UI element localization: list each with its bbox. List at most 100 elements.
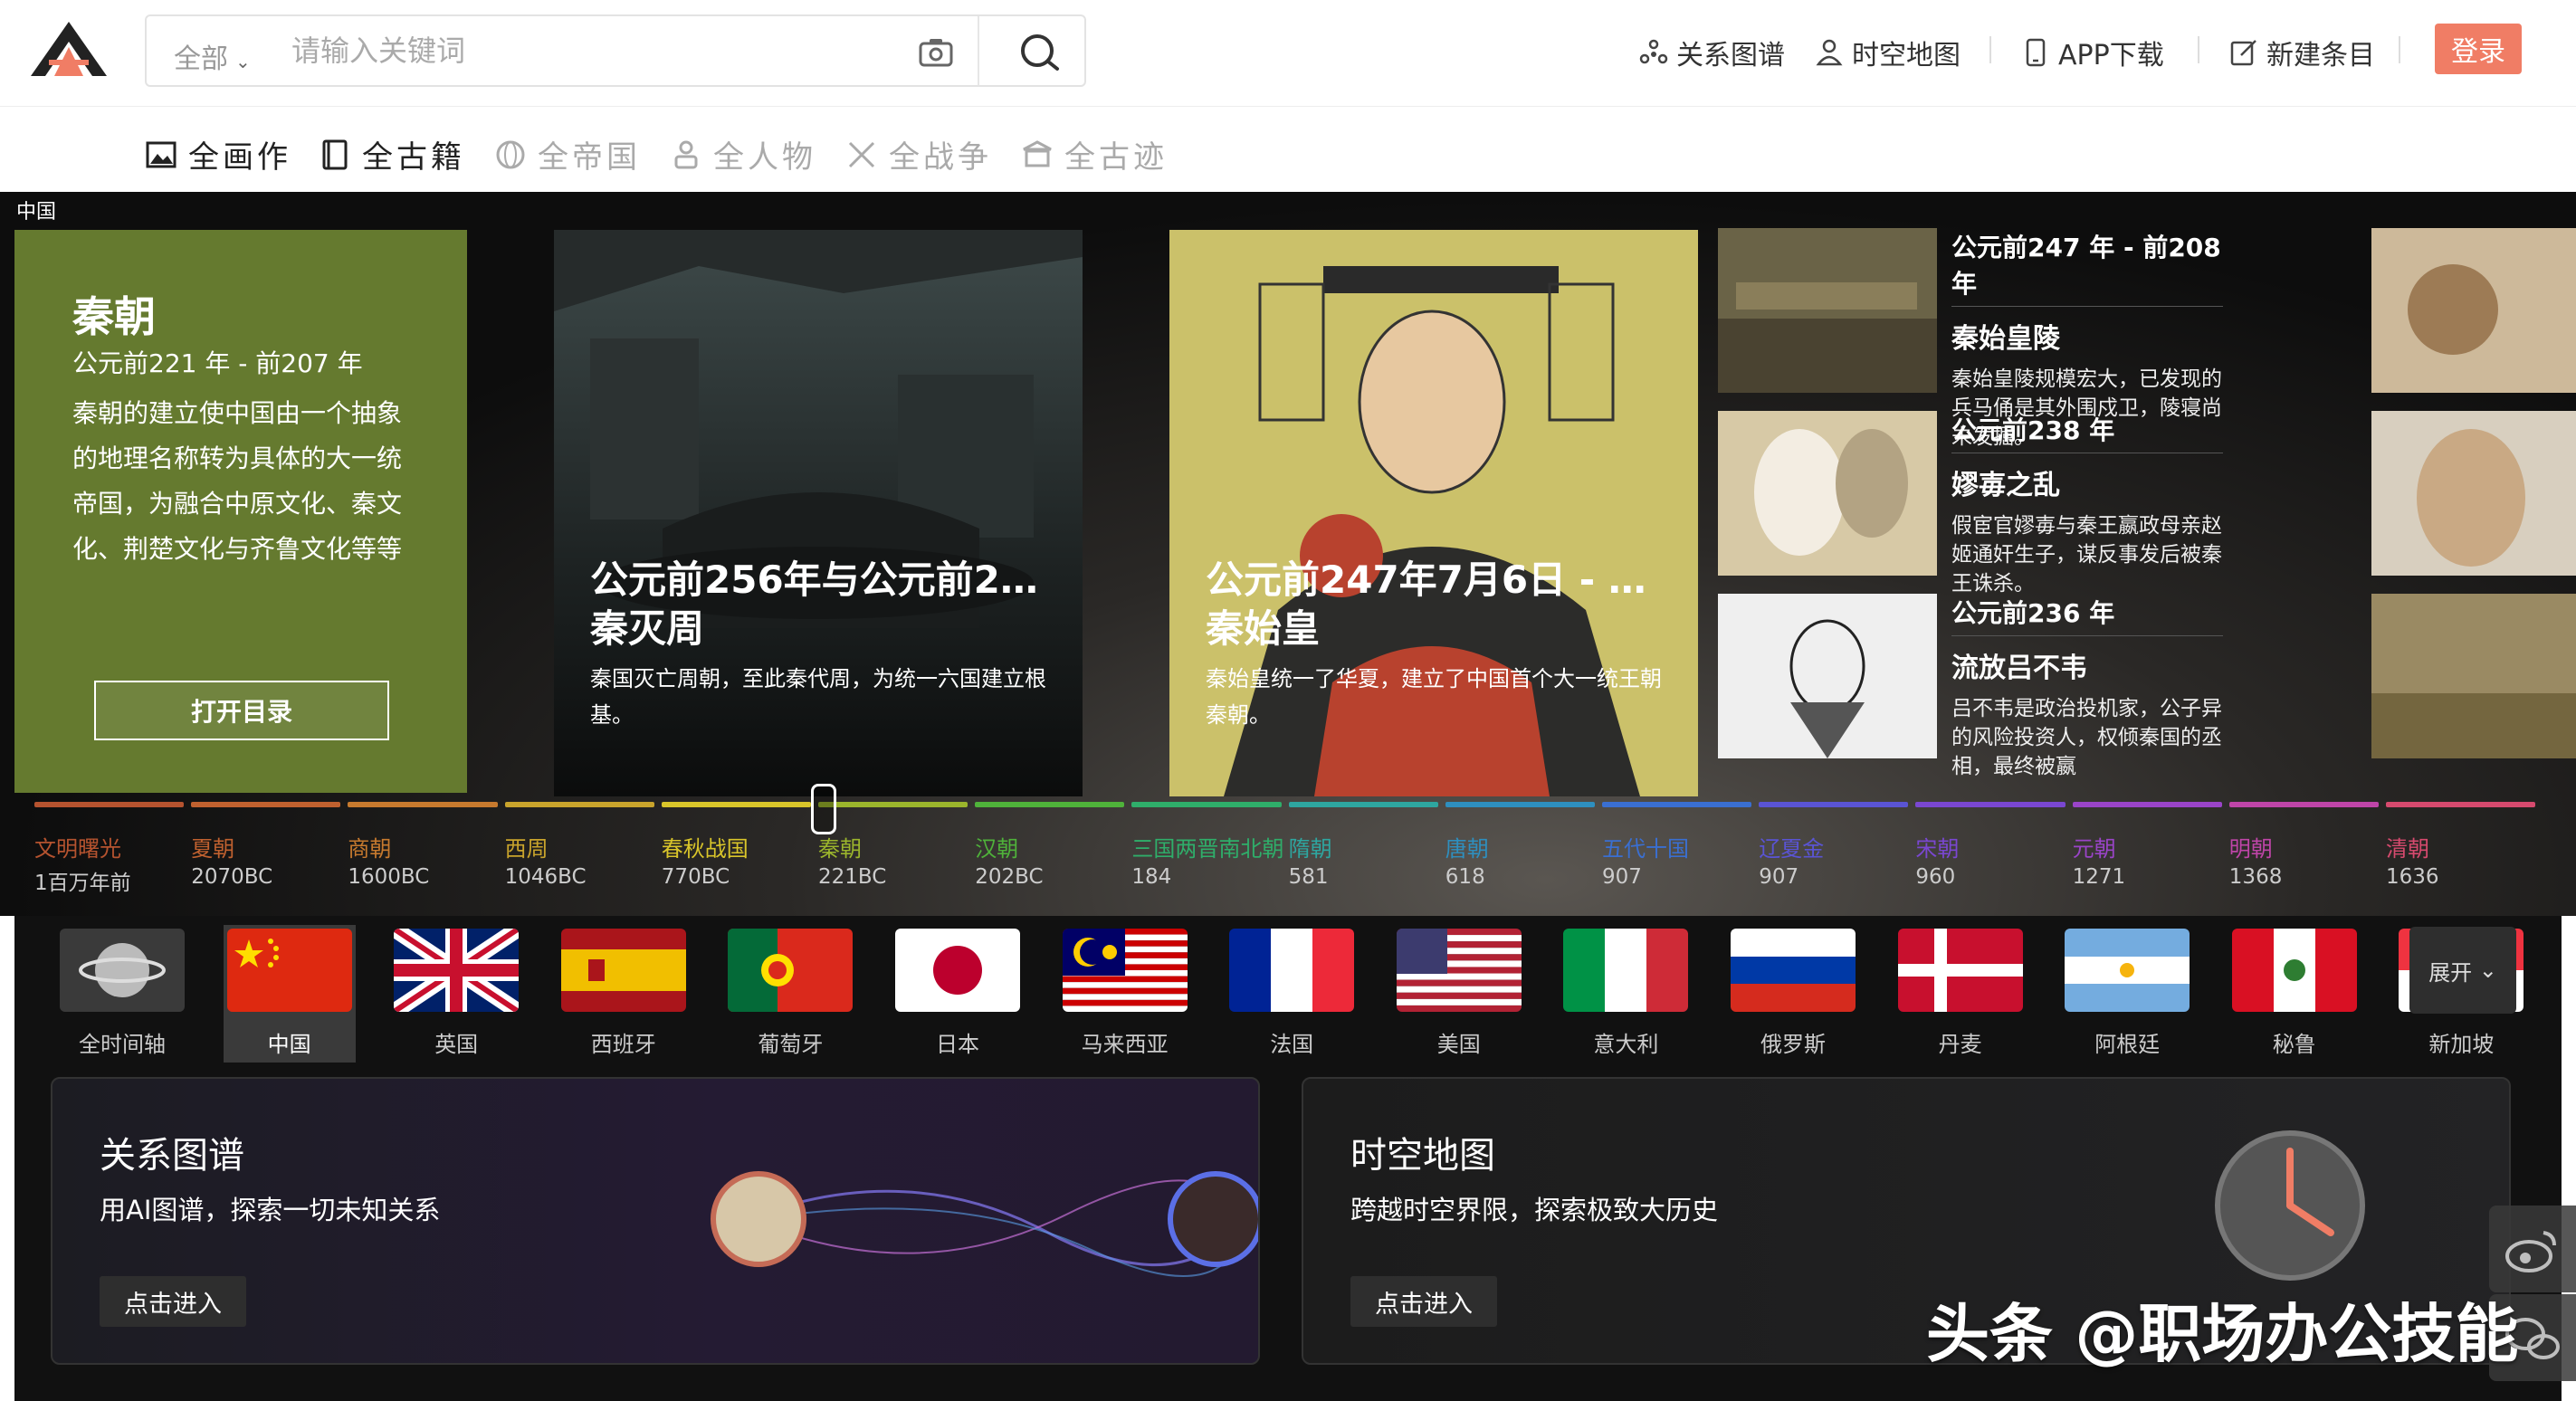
nav-relation-graph[interactable]: 关系图谱 [1638, 34, 1785, 71]
timeline-segment[interactable] [191, 802, 341, 807]
globe-icon [496, 140, 525, 168]
nav-separator [1989, 36, 1991, 63]
timeline-segment[interactable] [661, 802, 811, 807]
country-cn[interactable]: 中国 [223, 925, 356, 1063]
timeline-segment[interactable] [1288, 802, 1438, 807]
side-event-name: 嫪毐之乱 [1951, 470, 2060, 501]
nav-spacetime-map[interactable]: 时空地图 [1814, 34, 1961, 71]
timeline-dynasty-label[interactable]: 汉朝 [975, 831, 1018, 863]
timeline-segment[interactable] [975, 802, 1125, 807]
timeline-dynasty-label[interactable]: 西周 [505, 831, 549, 863]
country-ru[interactable]: 俄罗斯 [1727, 925, 1859, 1063]
country-ar[interactable]: 阿根廷 [2061, 925, 2193, 1063]
timeline-year-label: 1百万年前 [34, 872, 131, 895]
timeline-segment[interactable] [818, 802, 968, 807]
timeline-segment[interactable] [348, 802, 498, 807]
open-catalog-button[interactable]: 打开目录 [94, 681, 389, 740]
timeline-segment[interactable] [2386, 802, 2536, 807]
country-name: 丹麦 [1938, 1032, 1982, 1057]
country-us[interactable]: 美国 [1393, 925, 1525, 1063]
timeline-dynasty-label[interactable]: 辽夏金 [1759, 831, 1824, 863]
more-thumbnail[interactable] [2371, 594, 2576, 758]
more-thumbnail[interactable] [2371, 228, 2576, 393]
timeline-segment[interactable] [1915, 802, 2066, 807]
enter-spacetime-map-button[interactable]: 点击进入 [1350, 1276, 1497, 1327]
timeline-dynasty-label[interactable]: 春秋战国 [662, 831, 749, 863]
country-fr[interactable]: 法国 [1226, 925, 1358, 1063]
country-gb[interactable]: 英国 [390, 925, 522, 1063]
category-label: 全画作 [188, 139, 291, 176]
enter-relation-graph-button[interactable]: 点击进入 [100, 1276, 246, 1327]
timeline-segment[interactable] [1759, 802, 1909, 807]
event-card-title: 公元前247年7月6日 - 前210... [1206, 558, 1667, 602]
timeline-segment[interactable] [504, 802, 654, 807]
country-dk[interactable]: 丹麦 [1894, 925, 2027, 1063]
search-icon[interactable] [1017, 31, 1061, 74]
search-scope-select[interactable]: 全部 ⌄ [174, 36, 251, 76]
side-event-desc: 假宦官嫪毐与秦王嬴政母亲赵姬通奸生子，谋反事发后被秦王诛杀。 [1951, 514, 2222, 596]
category-paintings[interactable]: 全画作 [145, 132, 291, 176]
timeline-dynasty-label[interactable]: 明朝 [2229, 831, 2273, 863]
search-divider [978, 16, 979, 85]
country-name: 全时间轴 [79, 1032, 166, 1057]
country-it[interactable]: 意大利 [1560, 925, 1692, 1063]
site-logo[interactable] [29, 20, 109, 78]
timeline-dynasty-label[interactable]: 宋朝 [1915, 831, 1959, 863]
timeline-segment[interactable] [1602, 802, 1752, 807]
weibo-share-icon[interactable] [2489, 1206, 2576, 1292]
timeline-segment[interactable] [2228, 802, 2379, 807]
timeline-dynasty-label[interactable]: 唐朝 [1445, 831, 1489, 863]
timeline-segment[interactable] [1131, 802, 1282, 807]
side-event-item[interactable]: 公元前236 年 流放吕不韦 吕不韦是政治投机家，公子异的风险投资人，权倾秦国的… [1718, 594, 2223, 778]
country-jp[interactable]: 日本 [892, 925, 1024, 1063]
nav-new-entry[interactable]: 新建条目 [2228, 34, 2375, 71]
temple-icon [1023, 139, 1052, 167]
nav-app-download[interactable]: APP下载 [2020, 34, 2164, 71]
country-pt[interactable]: 葡萄牙 [724, 925, 856, 1063]
category-sites[interactable]: 全古迹 [1021, 132, 1168, 176]
timeline-dynasty-label[interactable]: 秦朝 [818, 831, 862, 863]
side-event-thumbnail [1718, 228, 1937, 393]
timeline-dynasty-label[interactable]: 元朝 [2073, 831, 2116, 863]
timeline-dynasty-label[interactable]: 三国两晋南北朝 [1131, 831, 1283, 863]
category-books[interactable]: 全古籍 [319, 132, 465, 176]
timeline-dynasty-label[interactable]: 清朝 [2386, 831, 2429, 863]
timeline-year-label: 907 [1602, 865, 1642, 889]
painting-icon [146, 141, 177, 167]
country-name: 秘鲁 [2272, 1032, 2316, 1057]
nav-label: 时空地图 [1852, 40, 1961, 71]
category-people[interactable]: 全人物 [670, 132, 816, 176]
timeline-dynasty-label[interactable]: 隋朝 [1289, 831, 1332, 863]
country-my[interactable]: 马来西亚 [1059, 925, 1191, 1063]
timeline-year-label: 1600BC [348, 865, 430, 889]
search-input[interactable] [291, 33, 1016, 69]
nav-separator [2399, 36, 2400, 63]
timeline-dynasty-label[interactable]: 文明曙光 [34, 831, 121, 863]
timeline-dynasty-label[interactable]: 夏朝 [191, 831, 234, 863]
timeline-dynasty-label[interactable]: 商朝 [348, 831, 391, 863]
country-globe[interactable]: 全时间轴 [56, 925, 188, 1063]
country-pe[interactable]: 秘鲁 [2228, 925, 2361, 1063]
camera-icon[interactable] [918, 36, 954, 69]
timeline-segment[interactable] [34, 802, 185, 807]
event-card[interactable]: 公元前247年7月6日 - 前210... 秦始皇 秦始皇统一了华夏，建立了中国… [1169, 230, 1698, 796]
timeline-segment[interactable] [1445, 802, 1595, 807]
category-wars[interactable]: 全战争 [845, 132, 992, 176]
event-card[interactable]: 公元前256年与公元前249年 秦灭周 秦国灭亡周朝，至此秦代周，为统一六国建立… [554, 230, 1083, 796]
flag-icon [2065, 929, 2190, 1012]
side-event-item[interactable]: 公元前238 年 嫪毐之乱 假宦官嫪毐与秦王嬴政母亲赵姬通奸生子，谋反事发后被秦… [1718, 411, 2223, 596]
category-empires[interactable]: 全帝国 [494, 132, 641, 176]
flag-icon [2231, 929, 2357, 1012]
timeline-dynasty-label[interactable]: 五代十国 [1602, 831, 1689, 863]
edit-icon [2230, 40, 2256, 66]
expand-countries-button[interactable]: 展开 ⌄ [2409, 927, 2516, 1014]
login-button[interactable]: 登录 [2435, 24, 2522, 74]
timeline-segment[interactable] [2072, 802, 2222, 807]
more-thumbnail[interactable] [2371, 411, 2576, 576]
country-es[interactable]: 西班牙 [558, 925, 690, 1063]
side-event-year: 公元前236 年 [1951, 594, 2223, 636]
timeline-slider-handle[interactable] [811, 784, 836, 834]
hero-banner: 中国 秦朝 公元前221 年 - 前207 年 秦朝的建立使中国由一个抽象的地理… [0, 192, 2576, 916]
side-event-item[interactable]: 公元前247 年 - 前208 年 秦始皇陵 秦始皇陵规模宏大，已发现的兵马俑是… [1718, 228, 2223, 449]
timeline-year-label: 1271 [2072, 865, 2126, 889]
